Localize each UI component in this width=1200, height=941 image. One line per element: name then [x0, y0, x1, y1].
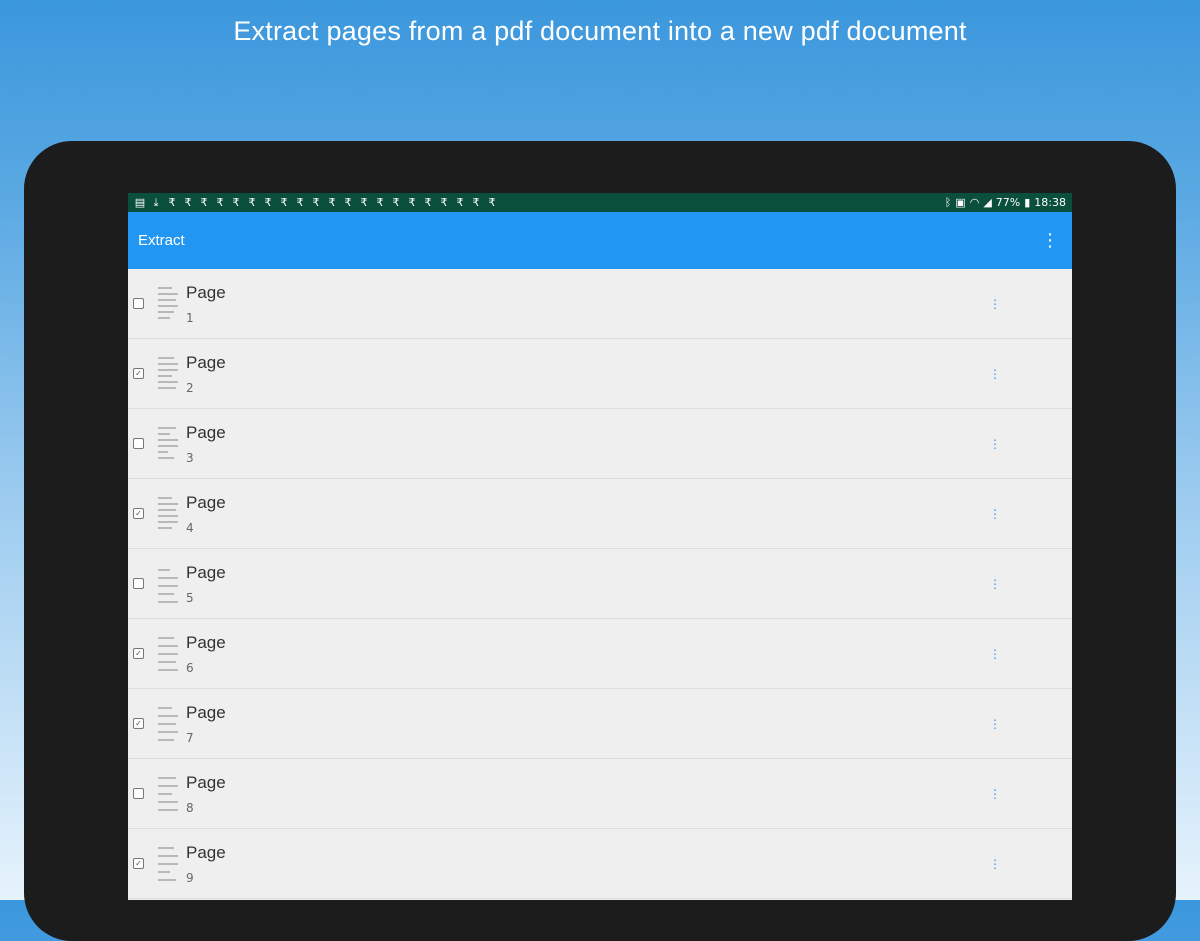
page-checkbox[interactable] [133, 788, 144, 799]
clock: 18:38 [1034, 196, 1066, 209]
status-bar: ▤ ⤓ ₹ ₹ ₹ ₹ ₹ ₹ ₹ ₹ ₹ ₹ ₹ ₹ ₹ ₹ ₹ ₹ ₹ ₹ … [128, 193, 1072, 212]
page-number: 4 [186, 520, 194, 535]
page-thumbnail [158, 493, 178, 535]
rupee-icon: ₹ [472, 196, 480, 209]
page-number: 9 [186, 870, 194, 885]
list-item[interactable]: ✓ Page 9 ⋮ [128, 829, 1072, 899]
page-thumbnail [158, 773, 178, 815]
page-number: 1 [186, 310, 194, 325]
list-item[interactable]: ✓ Page 4 ⋮ [128, 479, 1072, 549]
rupee-icon: ₹ [200, 196, 208, 209]
page-number: 3 [186, 450, 194, 465]
page-label: Page [186, 492, 226, 512]
rupee-icon: ₹ [328, 196, 336, 209]
wifi-icon: ◠ [969, 196, 980, 209]
page-label: Page [186, 352, 226, 372]
rupee-icon: ₹ [280, 196, 288, 209]
more-vert-icon[interactable]: ⋮ [989, 829, 1001, 898]
page-checkbox[interactable]: ✓ [133, 368, 144, 379]
page-number: 7 [186, 730, 194, 745]
rupee-icon: ₹ [440, 196, 448, 209]
page-label: Page [186, 772, 226, 792]
page-thumbnail [158, 843, 178, 885]
rupee-icon: ₹ [376, 196, 384, 209]
list-item[interactable]: ✓ Page 6 ⋮ [128, 619, 1072, 689]
page-list: Page 1 ⋮ ✓ Page 2 ⋮ Page 3 ⋮ ✓ Page 4 ⋮ … [128, 269, 1072, 899]
battery-percent: 77% [995, 196, 1021, 209]
more-vert-icon[interactable]: ⋮ [1038, 230, 1062, 251]
rupee-icon: ₹ [184, 196, 192, 209]
page-checkbox[interactable] [133, 578, 144, 589]
page-number: 5 [186, 590, 194, 605]
page-thumbnail [158, 423, 178, 465]
page-label: Page [186, 702, 226, 722]
rupee-icon: ₹ [248, 196, 256, 209]
rupee-icon: ₹ [216, 196, 224, 209]
more-vert-icon[interactable]: ⋮ [989, 269, 1001, 338]
list-item[interactable]: Page 8 ⋮ [128, 759, 1072, 829]
more-vert-icon[interactable]: ⋮ [989, 409, 1001, 478]
page-label: Page [186, 842, 226, 862]
nfc-icon: ▣ [955, 196, 966, 209]
rupee-icon: ₹ [408, 196, 416, 209]
signal-icon: ◢ [983, 196, 992, 209]
app-bar: Extract ⋮ [128, 212, 1072, 269]
page-thumbnail [158, 353, 178, 395]
file-icon: ▤ [134, 196, 146, 209]
page-number: 2 [186, 380, 194, 395]
rupee-icon: ₹ [392, 196, 400, 209]
rupee-icon: ₹ [168, 196, 176, 209]
list-item[interactable]: Page 1 ⋮ [128, 269, 1072, 339]
page-checkbox[interactable]: ✓ [133, 648, 144, 659]
page-checkbox[interactable] [133, 438, 144, 449]
battery-icon: ▮ [1024, 196, 1031, 209]
rupee-icon: ₹ [312, 196, 320, 209]
notification-icons: ▤ ⤓ ₹ ₹ ₹ ₹ ₹ ₹ ₹ ₹ ₹ ₹ ₹ ₹ ₹ ₹ ₹ ₹ ₹ ₹ … [134, 193, 498, 212]
rupee-icon: ₹ [456, 196, 464, 209]
page-thumbnail [158, 563, 178, 605]
list-item[interactable]: ✓ Page 2 ⋮ [128, 339, 1072, 409]
rupee-icon: ₹ [264, 196, 272, 209]
page-checkbox[interactable] [133, 298, 144, 309]
page-label: Page [186, 632, 226, 652]
more-vert-icon[interactable]: ⋮ [989, 339, 1001, 408]
rupee-icon: ₹ [344, 196, 352, 209]
page-number: 6 [186, 660, 194, 675]
list-item[interactable]: ✓ Page 7 ⋮ [128, 689, 1072, 759]
app-bar-title: Extract [138, 232, 185, 249]
page-checkbox[interactable]: ✓ [133, 508, 144, 519]
promo-headline: Extract pages from a pdf document into a… [233, 16, 967, 46]
rupee-icon: ₹ [360, 196, 368, 209]
list-item[interactable]: Page 5 ⋮ [128, 549, 1072, 619]
page-thumbnail [158, 283, 178, 325]
page-label: Page [186, 562, 226, 582]
page-label: Page [186, 422, 226, 442]
rupee-icon: ₹ [424, 196, 432, 209]
rupee-icon: ₹ [296, 196, 304, 209]
page-thumbnail [158, 703, 178, 745]
more-vert-icon[interactable]: ⋮ [989, 549, 1001, 618]
page-checkbox[interactable]: ✓ [133, 718, 144, 729]
page-checkbox[interactable]: ✓ [133, 858, 144, 869]
list-item[interactable]: Page 3 ⋮ [128, 409, 1072, 479]
rupee-icon: ₹ [488, 196, 496, 209]
page-label: Page [186, 282, 226, 302]
download-icon: ⤓ [153, 196, 159, 209]
page-number: 8 [186, 800, 194, 815]
more-vert-icon[interactable]: ⋮ [989, 689, 1001, 758]
device-screen: ▤ ⤓ ₹ ₹ ₹ ₹ ₹ ₹ ₹ ₹ ₹ ₹ ₹ ₹ ₹ ₹ ₹ ₹ ₹ ₹ … [128, 193, 1072, 900]
page-thumbnail [158, 633, 178, 675]
rupee-icon: ₹ [232, 196, 240, 209]
system-status: ᛒ ▣ ◠ ◢ 77% ▮ 18:38 [945, 196, 1066, 209]
more-vert-icon[interactable]: ⋮ [989, 619, 1001, 688]
more-vert-icon[interactable]: ⋮ [989, 479, 1001, 548]
more-vert-icon[interactable]: ⋮ [989, 759, 1001, 828]
bluetooth-icon: ᛒ [944, 196, 952, 209]
